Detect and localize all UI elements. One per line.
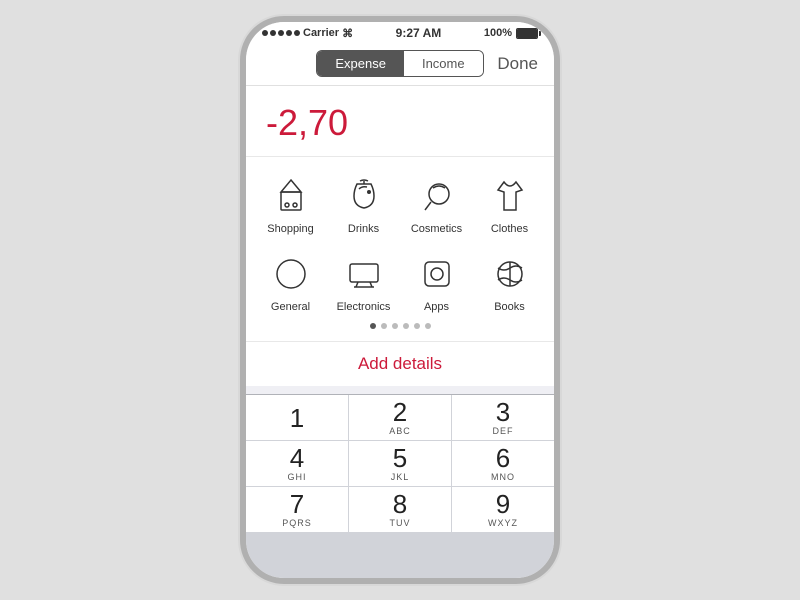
- signal-dots: [262, 30, 300, 36]
- apps-icon: [414, 251, 460, 297]
- expense-tab[interactable]: Expense: [317, 51, 404, 76]
- clothes-label: Clothes: [491, 223, 528, 235]
- key-3[interactable]: 3 DEF: [452, 395, 554, 440]
- drinks-icon: [341, 173, 387, 219]
- segment-control: Expense Income: [316, 50, 483, 77]
- page-indicators: [246, 319, 554, 335]
- books-icon: [487, 251, 533, 297]
- key-8[interactable]: 8 TUV: [349, 487, 451, 532]
- electronics-icon: [341, 251, 387, 297]
- wifi-icon: ⌘: [342, 27, 353, 40]
- key-7[interactable]: 7 PQRS: [246, 487, 348, 532]
- battery-fill: [517, 29, 537, 38]
- clothes-icon: [487, 173, 533, 219]
- category-area: Shopping Drinks: [246, 157, 554, 341]
- category-electronics[interactable]: Electronics: [327, 245, 400, 319]
- add-details-area: Add details: [246, 341, 554, 386]
- amount-area: -2,70: [246, 86, 554, 157]
- battery-percent: 100%: [484, 27, 512, 39]
- key-6[interactable]: 6 MNO: [452, 441, 554, 486]
- income-tab[interactable]: Income: [404, 51, 483, 76]
- add-details-button[interactable]: Add details: [358, 354, 442, 374]
- books-label: Books: [494, 301, 525, 313]
- key-1[interactable]: 1: [246, 395, 348, 440]
- drinks-label: Drinks: [348, 223, 379, 235]
- category-apps[interactable]: Apps: [400, 245, 473, 319]
- category-drinks[interactable]: Drinks: [327, 167, 400, 241]
- phone-frame: Carrier ⌘ 9:27 AM 100% Expense Income Do…: [240, 16, 560, 584]
- page-dot-2: [381, 323, 387, 329]
- nav-bar: Expense Income Done: [246, 42, 554, 86]
- key-5[interactable]: 5 JKL: [349, 441, 451, 486]
- key-4[interactable]: 4 GHI: [246, 441, 348, 486]
- apps-label: Apps: [424, 301, 449, 313]
- cosmetics-icon: [414, 173, 460, 219]
- status-left: Carrier ⌘: [262, 27, 353, 40]
- page-dot-6: [425, 323, 431, 329]
- shopping-icon: [268, 173, 314, 219]
- shopping-label: Shopping: [267, 223, 314, 235]
- done-button[interactable]: Done: [497, 54, 538, 74]
- general-icon: [268, 251, 314, 297]
- category-clothes[interactable]: Clothes: [473, 167, 546, 241]
- battery-icon: [516, 28, 538, 39]
- numpad: 1 2 ABC 3 DEF 4 GHI 5 JKL 6 MNO 7 PQRS 8…: [246, 394, 554, 578]
- status-right: 100%: [484, 27, 538, 39]
- general-label: General: [271, 301, 310, 313]
- key-2[interactable]: 2 ABC: [349, 395, 451, 440]
- category-grid: Shopping Drinks: [246, 167, 554, 319]
- page-dot-1: [370, 323, 376, 329]
- page-dot-5: [414, 323, 420, 329]
- time-label: 9:27 AM: [396, 26, 442, 40]
- page-dot-3: [392, 323, 398, 329]
- category-shopping[interactable]: Shopping: [254, 167, 327, 241]
- electronics-label: Electronics: [337, 301, 391, 313]
- page-dot-4: [403, 323, 409, 329]
- cosmetics-label: Cosmetics: [411, 223, 462, 235]
- amount-display: -2,70: [266, 102, 534, 144]
- key-9[interactable]: 9 WXYZ: [452, 487, 554, 532]
- carrier-label: Carrier: [303, 27, 339, 39]
- category-cosmetics[interactable]: Cosmetics: [400, 167, 473, 241]
- separator: [246, 386, 554, 394]
- category-general[interactable]: General: [254, 245, 327, 319]
- category-books[interactable]: Books: [473, 245, 546, 319]
- status-bar: Carrier ⌘ 9:27 AM 100%: [246, 22, 554, 42]
